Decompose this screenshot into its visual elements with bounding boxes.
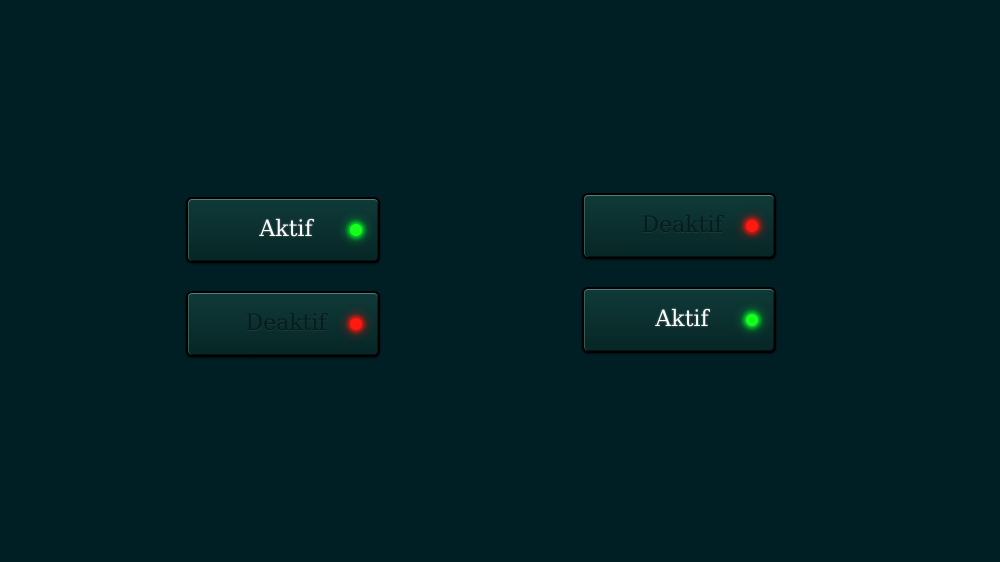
- green-led-icon: [746, 314, 758, 326]
- deaktif-toggle-button[interactable]: Deaktif: [186, 291, 380, 357]
- green-led-icon: [350, 224, 362, 236]
- deaktif-toggle-button[interactable]: Deaktif: [582, 193, 776, 259]
- aktif-toggle-button[interactable]: Aktif: [582, 287, 776, 353]
- red-led-icon: [350, 318, 362, 330]
- red-led-icon: [746, 220, 758, 232]
- toggle-button-panel: Aktif Deaktif Deaktif Aktif: [0, 0, 1000, 562]
- aktif-toggle-button[interactable]: Aktif: [186, 197, 380, 263]
